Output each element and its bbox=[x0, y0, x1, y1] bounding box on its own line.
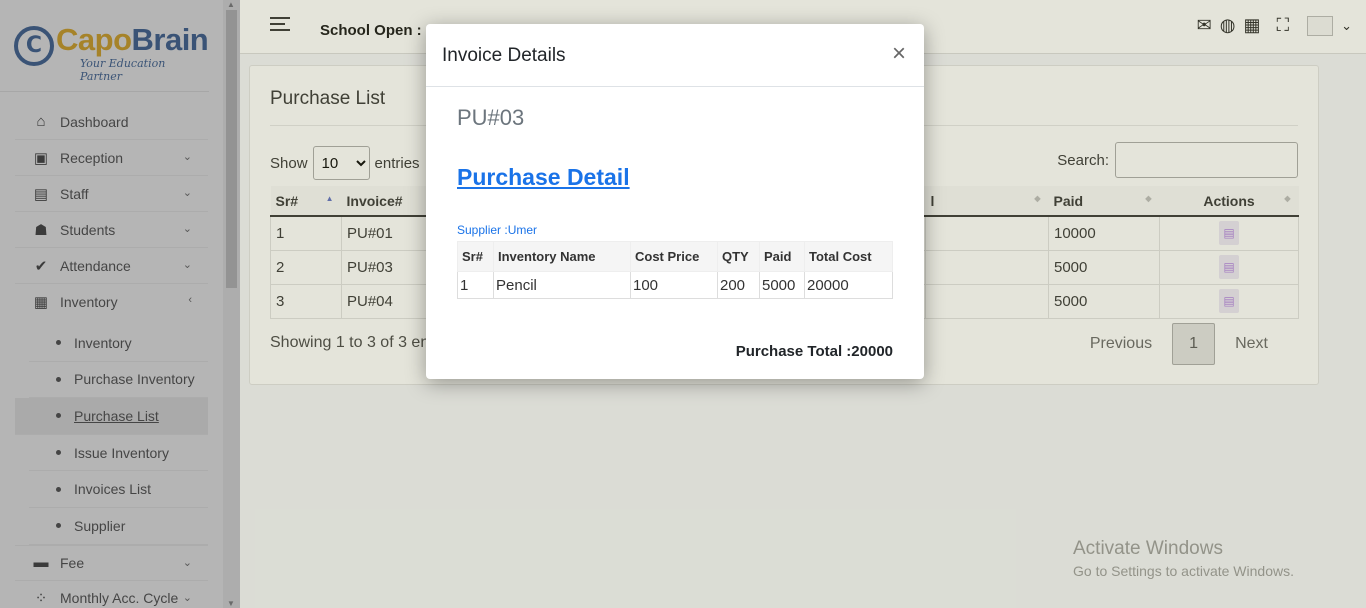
cell-sr: 1 bbox=[457, 271, 494, 299]
cell-qty: 200 bbox=[717, 271, 760, 299]
cell-total-cost: 20000 bbox=[804, 271, 893, 299]
column-header-paid: Paid bbox=[759, 241, 805, 272]
column-header-cost-price: Cost Price bbox=[630, 241, 718, 272]
invoice-code: PU#03 bbox=[457, 105, 525, 130]
cell-cost-price: 100 bbox=[630, 271, 718, 299]
close-icon[interactable]: × bbox=[892, 40, 906, 68]
purchase-detail-table: Sr# Inventory Name Cost Price QTY Paid T… bbox=[457, 241, 893, 299]
cell-paid: 5000 bbox=[759, 271, 805, 299]
supplier-label: Supplier :Umer bbox=[457, 223, 538, 237]
purchase-total: Purchase Total :20000 bbox=[735, 343, 893, 360]
column-header-total-cost: Total Cost bbox=[804, 241, 893, 272]
table-row: 1 Pencil 100 200 5000 20000 bbox=[457, 271, 893, 299]
column-header-qty: QTY bbox=[717, 241, 760, 272]
cell-inventory-name: Pencil bbox=[493, 271, 631, 299]
invoice-details-modal: Invoice Details × PU#03 Purchase Detail … bbox=[426, 24, 924, 379]
column-header-sr: Sr# bbox=[457, 241, 494, 272]
column-header-inventory-name: Inventory Name bbox=[493, 241, 631, 272]
modal-header: Invoice Details × bbox=[426, 24, 924, 87]
purchase-detail-link[interactable]: Purchase Detail bbox=[457, 164, 630, 191]
modal-backdrop-sidebar[interactable] bbox=[0, 0, 240, 608]
modal-title: Invoice Details bbox=[442, 45, 566, 66]
